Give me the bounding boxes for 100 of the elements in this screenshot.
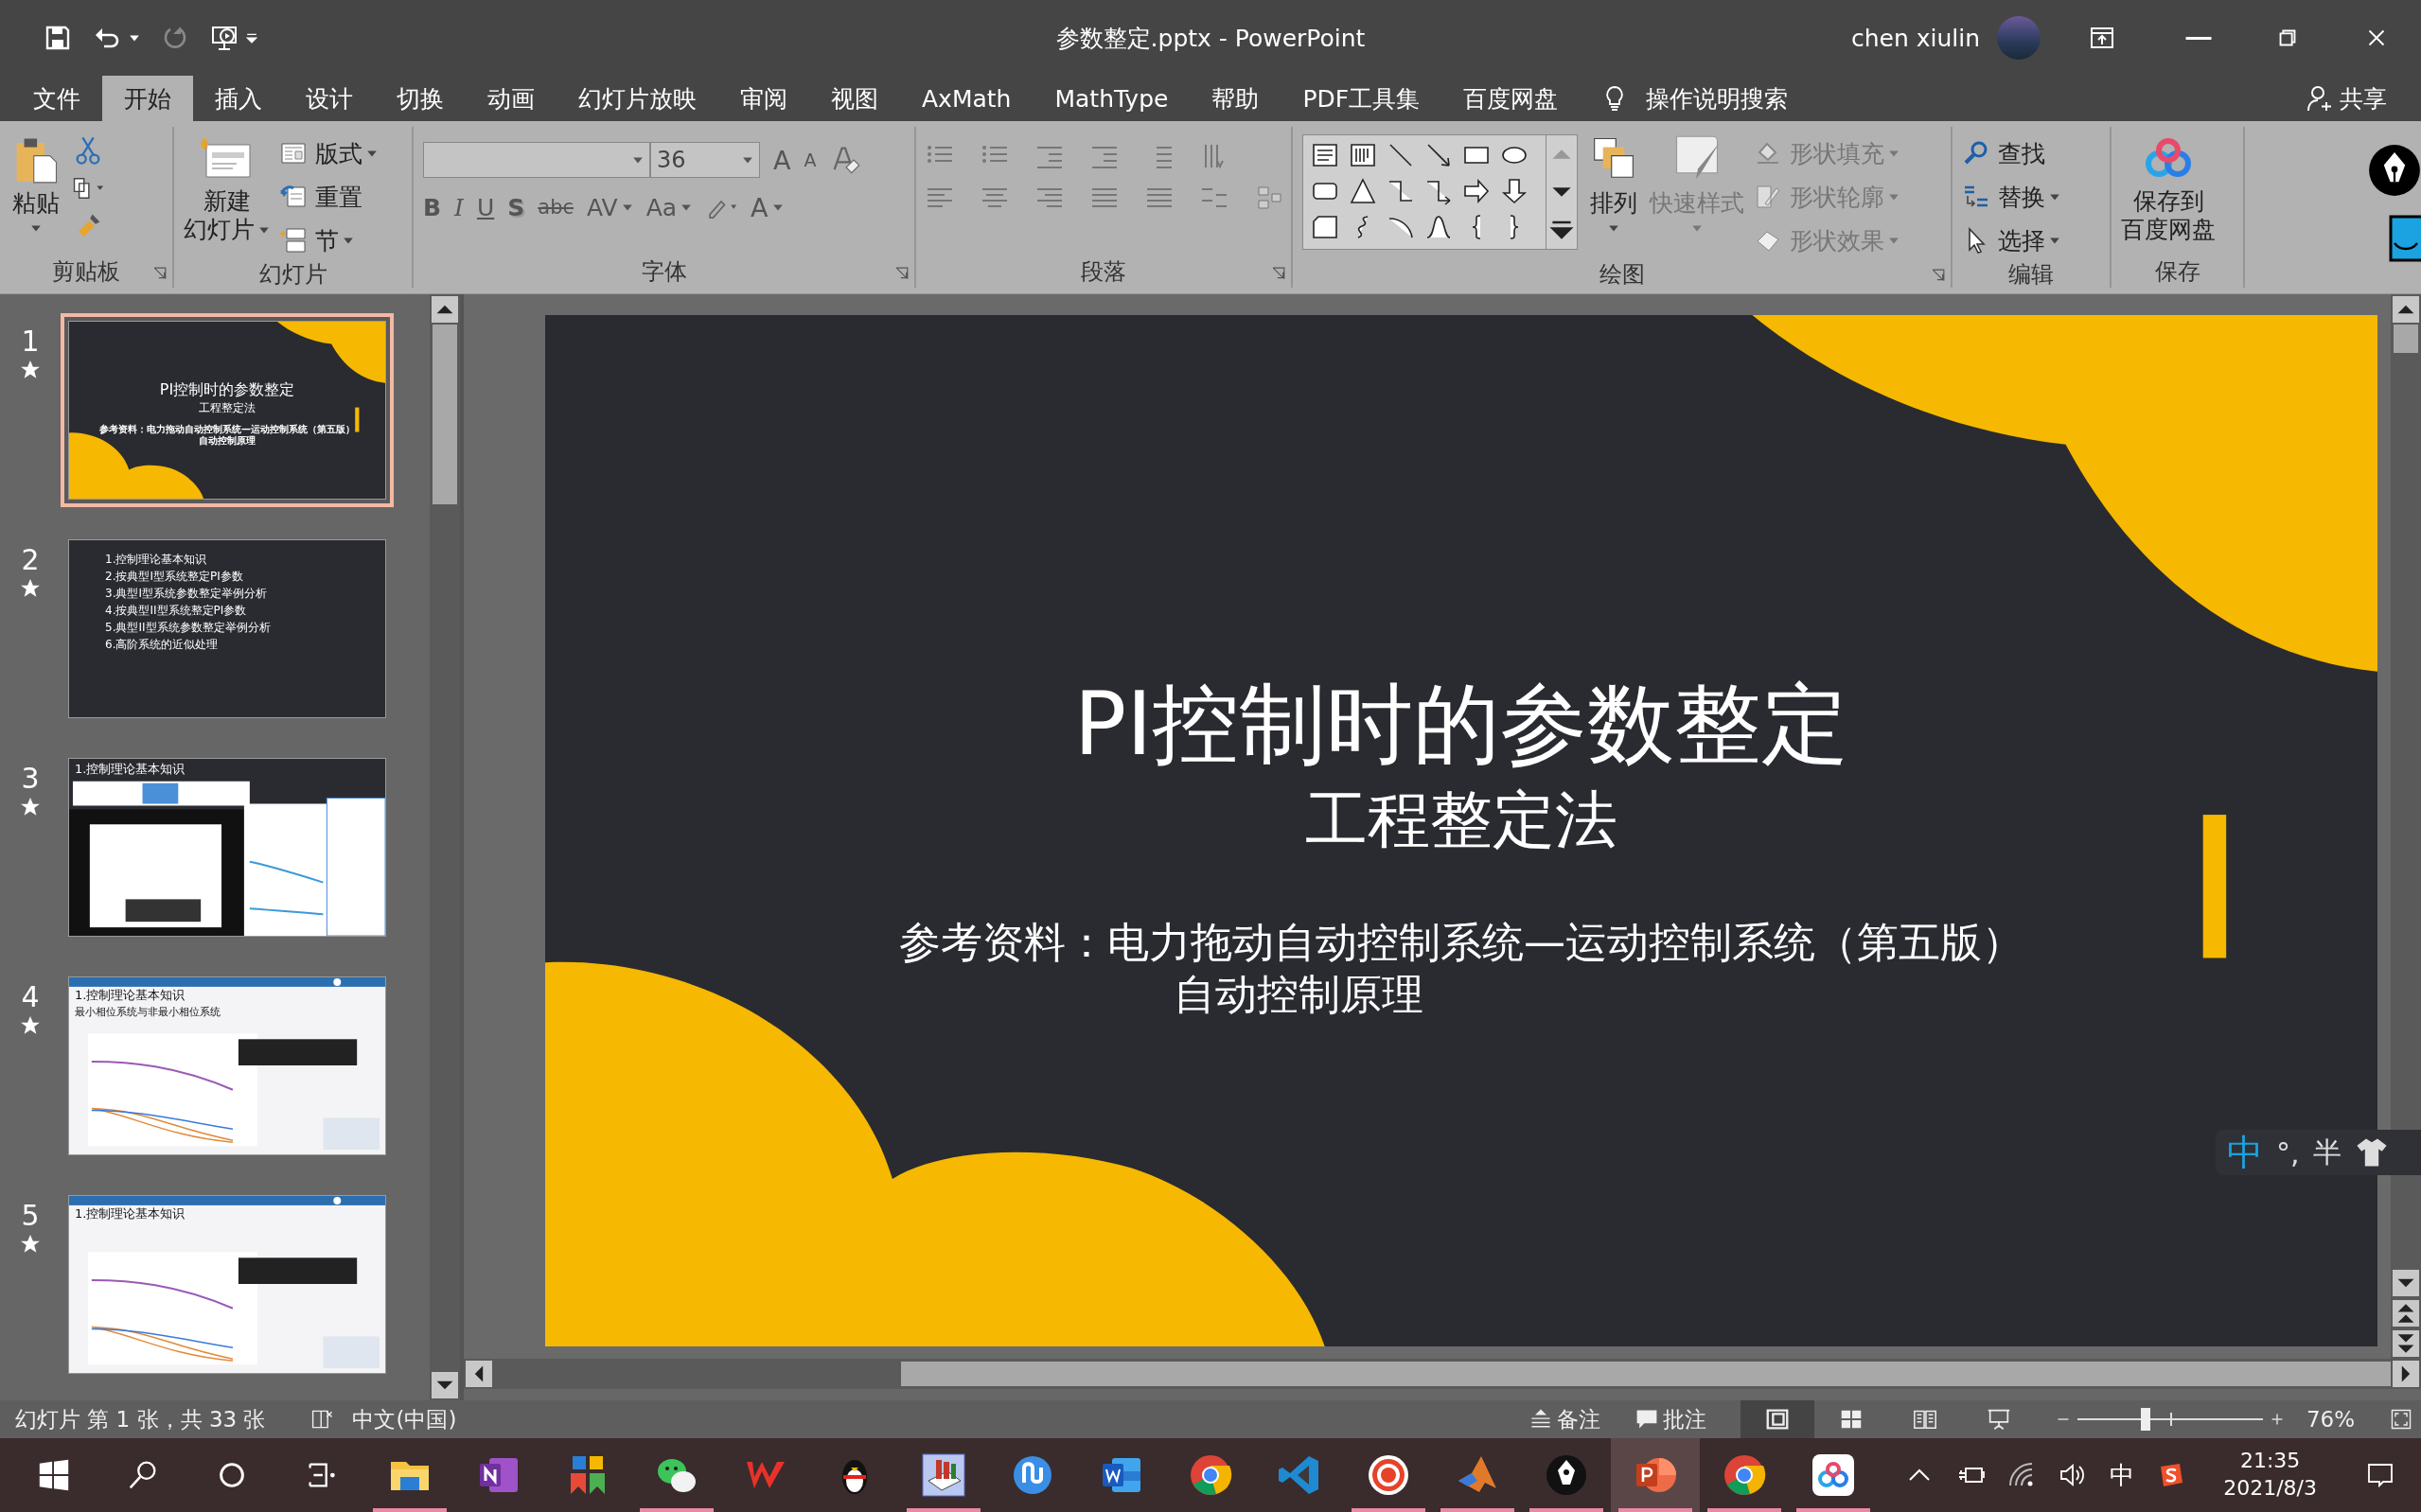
comments-button[interactable]: 批注	[1634, 1404, 1706, 1434]
curve-icon[interactable]	[1424, 213, 1453, 241]
scroll-thumb[interactable]	[901, 1362, 2391, 1386]
vertical-text-box-icon[interactable]	[1349, 141, 1377, 169]
thumbnail-heading: 1.控制理论基本知识	[73, 1205, 187, 1222]
thumbnail-heading: 1.控制理论基本知识	[73, 987, 187, 1004]
section-button[interactable]: 节	[279, 221, 378, 259]
shrink-font-button[interactable]: A	[804, 149, 817, 170]
right-arrow-icon[interactable]	[1462, 177, 1491, 205]
scroll-left-icon[interactable]	[466, 1361, 492, 1387]
ribbon-tab[interactable]: 切换	[375, 76, 466, 121]
dialog-launcher-icon[interactable]	[895, 267, 909, 280]
previous-slide-icon[interactable]	[2393, 1300, 2419, 1327]
scroll-down-icon[interactable]	[432, 1372, 458, 1398]
ribbon-tab[interactable]: 视图	[809, 76, 900, 121]
language[interactable]: 中文(中国)	[352, 1404, 457, 1434]
scroll-down-icon[interactable]	[2393, 1270, 2419, 1296]
font-name-field[interactable]	[423, 142, 650, 178]
customize-caret-icon[interactable]	[246, 32, 257, 44]
animation-star-icon	[20, 578, 41, 599]
input-method-indicator[interactable]: 中	[2110, 1458, 2135, 1492]
zoom-level[interactable]: 76%	[2306, 1407, 2355, 1432]
shapes-gallery[interactable]	[1302, 134, 1578, 250]
slide-number: 3	[21, 762, 40, 795]
underline-button[interactable]: U	[476, 193, 495, 221]
thumbnail-list-item: 1.控制理论基本知识	[105, 552, 208, 568]
ribbon-tab[interactable]: 帮助	[1190, 76, 1281, 121]
group-label: 保存	[2154, 257, 2200, 287]
slideshow-icon[interactable]	[210, 24, 239, 52]
grow-font-button[interactable]: A	[773, 145, 791, 175]
clock-date[interactable]: 2021/8/3	[2223, 1475, 2317, 1503]
reset-button[interactable]: 重置	[279, 178, 378, 216]
strikethrough-button[interactable]: abc	[538, 196, 574, 219]
text-box-icon[interactable]	[1311, 141, 1339, 169]
book-icon	[921, 1452, 966, 1498]
change-case-button[interactable]: Aa	[645, 193, 693, 221]
ribbon-tab[interactable]: 插入	[193, 76, 284, 121]
thumbnail-subheading: 最小相位系统与非最小相位系统	[75, 1005, 221, 1019]
section-icon	[279, 226, 308, 255]
group-label: 剪贴板	[52, 257, 120, 287]
arrange-button[interactable]: 排列	[1587, 127, 1640, 234]
scroll-up-icon[interactable]	[2393, 296, 2419, 323]
replace-button[interactable]: 替换	[1962, 178, 2060, 216]
pen-nib-icon[interactable]	[2368, 144, 2421, 197]
italic-button[interactable]: I	[454, 193, 464, 221]
triangle-icon[interactable]	[1349, 177, 1377, 205]
tell-me-search[interactable]: 操作说明搜索	[1646, 82, 1789, 114]
select-button[interactable]: 选择	[1962, 221, 2060, 259]
bold-button[interactable]: B	[423, 193, 442, 221]
arrow-line-icon[interactable]	[1424, 141, 1453, 169]
find-button[interactable]: 查找	[1962, 134, 2060, 172]
ribbon-tab[interactable]: 审阅	[718, 76, 809, 121]
dialog-launcher-icon[interactable]	[1272, 267, 1285, 280]
slide-thumbnail[interactable]: PI控制时的参数整定 工程整定法 参考资料：电力拖动自动控制系统—运动控制系统（第五版） 自动控制原理	[61, 313, 394, 507]
scrollbar[interactable]	[464, 1359, 2421, 1389]
ribbon-tab[interactable]: 幻灯片放映	[557, 76, 718, 121]
save-icon[interactable]	[44, 24, 72, 52]
layout-button[interactable]: 版式	[279, 134, 378, 172]
ribbon-tab[interactable]: 文件	[11, 76, 102, 121]
scroll-thumb[interactable]	[433, 325, 457, 504]
zoom-slider[interactable]	[2076, 1407, 2263, 1432]
ribbon-tab[interactable]: 开始	[102, 76, 193, 121]
width-toggle[interactable]: 半	[2312, 1133, 2341, 1172]
zoom-thumb[interactable]	[2141, 1408, 2151, 1431]
notes-button[interactable]: 备注	[1528, 1404, 1600, 1434]
flowchart-shape-icon[interactable]	[1311, 213, 1339, 241]
dialog-launcher-icon[interactable]	[153, 267, 167, 280]
scrollbar[interactable]	[430, 294, 460, 1400]
view-button[interactable]	[1740, 1400, 1814, 1438]
scroll-thumb[interactable]	[2394, 325, 2418, 353]
new-slide-button[interactable]: 新建 幻灯片	[184, 127, 270, 244]
punctuation-toggle[interactable]: °,	[2276, 1135, 2300, 1169]
fit-to-window-icon[interactable]	[2389, 1407, 2413, 1432]
scroll-right-icon[interactable]	[2393, 1361, 2419, 1387]
ime-mode[interactable]: 中	[2227, 1128, 2263, 1177]
character-spacing-button[interactable]: AV	[587, 193, 633, 221]
clock-time[interactable]: 21:35	[2239, 1448, 2301, 1475]
thumbnail-subtitle: 工程整定法	[199, 400, 256, 416]
ribbon-tab[interactable]: 设计	[284, 76, 375, 121]
next-slide-icon[interactable]	[2393, 1330, 2419, 1357]
notifications-icon[interactable]	[2366, 1461, 2394, 1489]
save-to-cloud-button[interactable]: 保存到 百度网盘	[2121, 127, 2216, 244]
down-arrow-icon[interactable]	[1500, 177, 1529, 205]
paste-button[interactable]: 粘贴	[9, 127, 62, 234]
dialog-launcher-icon[interactable]	[1932, 269, 1945, 282]
ribbon-tab[interactable]: PDF工具集	[1281, 76, 1442, 121]
ribbon-tab[interactable]: AxMath	[900, 76, 1034, 121]
scroll-up-icon[interactable]	[432, 296, 458, 323]
ribbon-tab[interactable]: 动画	[466, 76, 557, 121]
ribbon-tab[interactable]: 百度网盘	[1441, 76, 1581, 121]
thumbnail-reference: 参考资料：电力拖动自动控制系统—运动控制系统（第五版）	[99, 424, 355, 435]
scrollbar[interactable]	[2391, 294, 2421, 1359]
text-shadow-button[interactable]: S	[507, 193, 525, 221]
font-color-button[interactable]: A	[751, 192, 784, 222]
reference-text: 自动控制原理	[1174, 969, 1424, 1020]
slide-number: 4	[21, 980, 40, 1013]
font-size-field[interactable]: 36	[650, 142, 760, 178]
user-name[interactable]: chen xiulin	[1850, 24, 1980, 52]
ribbon-tab[interactable]: MathType	[1033, 76, 1191, 121]
share-button[interactable]: 共享	[2306, 76, 2387, 121]
